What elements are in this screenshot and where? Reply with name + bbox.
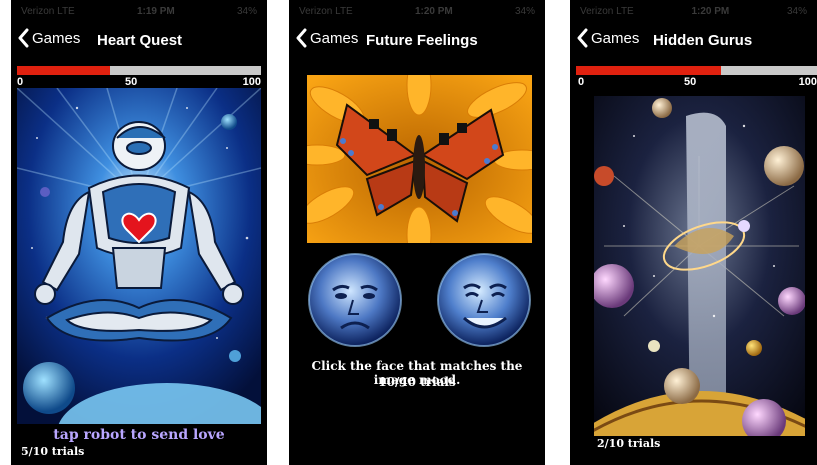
- robot-caption: tap robot to send love: [53, 427, 225, 443]
- scale-max: 100: [242, 76, 261, 88]
- scale-mid: 50: [125, 76, 138, 88]
- mood-image: [307, 75, 532, 243]
- progress-fill: [17, 66, 110, 75]
- back-button[interactable]: Games: [17, 28, 80, 48]
- happy-face-button[interactable]: [436, 252, 532, 348]
- cosmic-illustration: [594, 96, 805, 436]
- status-bar: Verizon LTE 1:19 PM 34%: [11, 0, 267, 22]
- back-label: Games: [591, 29, 640, 47]
- trials-counter: 5/10 trials: [21, 445, 85, 458]
- guru-image[interactable]: [594, 96, 805, 436]
- progress-scale: 0 50 100: [578, 76, 817, 90]
- nav-bar: Games Heart Quest: [11, 24, 267, 56]
- page-title: Hidden Gurus: [653, 32, 753, 49]
- phone-screen-future-feelings: Verizon LTE 1:20 PM 34% Games Future Fee…: [289, 0, 545, 465]
- progress-bar: [576, 66, 817, 75]
- clock-label: 1:20 PM: [691, 5, 730, 17]
- progress-fill: [576, 66, 721, 75]
- scale-min: 0: [17, 76, 24, 88]
- carrier-label: Verizon LTE: [299, 5, 353, 17]
- robot-illustration: [17, 88, 261, 424]
- robot-image[interactable]: [17, 88, 261, 424]
- nav-bar: Games Hidden Gurus: [570, 24, 817, 56]
- status-bar: Verizon LTE 1:20 PM 34%: [289, 0, 545, 22]
- chevron-left-icon: [296, 28, 307, 48]
- progress-bar: [17, 66, 261, 75]
- trials-counter: 2/10 trials: [597, 437, 661, 450]
- back-button[interactable]: Games: [576, 28, 639, 48]
- back-label: Games: [310, 29, 359, 47]
- battery-label: 34%: [514, 5, 535, 17]
- carrier-label: Verizon LTE: [580, 5, 634, 17]
- clock-label: 1:19 PM: [136, 5, 175, 17]
- chevron-left-icon: [18, 28, 29, 48]
- scale-max: 100: [798, 76, 817, 88]
- sad-face-icon: [308, 253, 402, 347]
- trials-counter: 10/40 trials: [378, 375, 456, 389]
- page-title: Heart Quest: [97, 32, 183, 49]
- phone-screen-heart-quest: Verizon LTE 1:19 PM 34% Games Heart Ques…: [11, 0, 267, 465]
- page-title: Future Feelings: [366, 32, 478, 49]
- scale-min: 0: [578, 76, 585, 88]
- battery-label: 34%: [236, 5, 257, 17]
- sad-face-button[interactable]: [307, 252, 403, 348]
- battery-label: 34%: [786, 5, 807, 17]
- happy-face-icon: [437, 253, 531, 347]
- chevron-left-icon: [577, 28, 588, 48]
- carrier-label: Verizon LTE: [21, 5, 75, 17]
- nav-bar: Games Future Feelings: [289, 24, 545, 56]
- butterfly-illustration: [307, 75, 532, 243]
- back-label: Games: [32, 29, 81, 47]
- scale-mid: 50: [684, 76, 697, 88]
- clock-label: 1:20 PM: [414, 5, 453, 17]
- phone-screen-hidden-gurus: Verizon LTE 1:20 PM 34% Games Hidden Gur…: [570, 0, 817, 465]
- back-button[interactable]: Games: [295, 28, 358, 48]
- status-bar: Verizon LTE 1:20 PM 34%: [570, 0, 817, 22]
